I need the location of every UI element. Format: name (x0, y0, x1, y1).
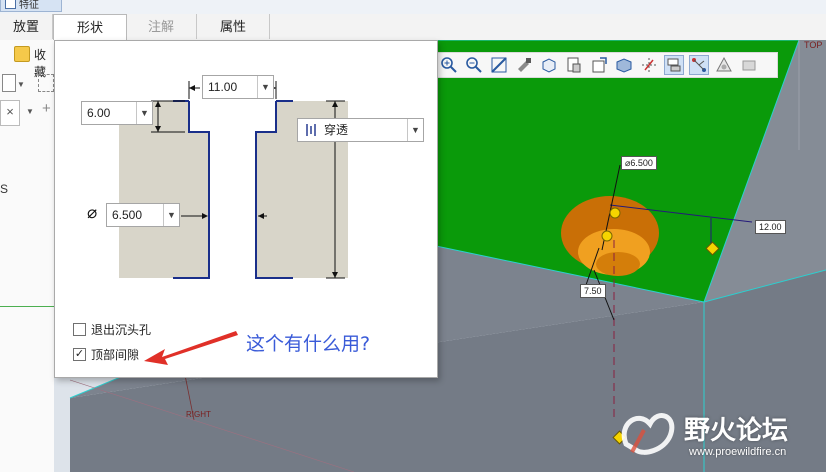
feature-title-button[interactable]: 特征 (0, 0, 62, 12)
chevron-down-icon[interactable]: ▼ (163, 204, 179, 226)
annotation-text: 这个有什么用? (246, 333, 371, 355)
model-tree-panel: 收藏 ▼ × ▼ + S (0, 40, 55, 472)
annotation-arrow (144, 331, 238, 365)
render-icon[interactable] (739, 55, 759, 75)
annotation-display-icon[interactable] (664, 55, 684, 75)
favorites-icon (14, 46, 30, 62)
tab-properties[interactable]: 属性 (197, 14, 270, 39)
view-manager-icon[interactable] (589, 55, 609, 75)
depth-option-value: 穿透 (324, 123, 349, 137)
watermark-logo-icon (621, 413, 675, 455)
search-dropdown-icon[interactable]: ▼ (26, 107, 34, 116)
exit-countersink-checkbox[interactable] (73, 323, 86, 336)
diameter-dimension-label[interactable]: ⌀6.500 (621, 156, 657, 170)
add-icon[interactable]: + (42, 100, 51, 117)
refit-icon[interactable] (489, 55, 509, 75)
diameter-symbol: ⌀ (87, 203, 98, 222)
graphics-toolbar (436, 52, 778, 78)
feature-icon (5, 0, 16, 9)
top-plane-label: TOP (804, 40, 823, 50)
right-plane-label: RIGHT (186, 410, 211, 419)
shape-panel: 11.00 ▼ 6.00 ▼ ⌀ 6.500 ▼ 穿透 ▼ 退出沉头孔 ✓ 顶部… (54, 40, 438, 378)
tree-item-fragment: S (0, 182, 9, 196)
countersink-width-value: 11.00 (208, 80, 238, 94)
chevron-down-icon[interactable]: ▼ (257, 76, 273, 98)
tab-placement[interactable]: 放置 (0, 14, 53, 39)
display-style-icon[interactable] (539, 55, 559, 75)
tree-dropdown-icon[interactable]: ▼ (17, 80, 25, 89)
tab-shape[interactable]: 形状 (53, 14, 127, 41)
tree-icon[interactable] (2, 74, 16, 92)
diameter-field[interactable]: 6.500 ▼ (106, 203, 180, 227)
diameter-value: 6.500 (112, 208, 143, 222)
spin-center-icon[interactable] (689, 55, 709, 75)
repaint-icon[interactable] (514, 55, 534, 75)
counterbore-depth-field[interactable]: 6.00 ▼ (81, 101, 153, 125)
saved-view-icon[interactable] (564, 55, 584, 75)
datum-display-icon[interactable] (639, 55, 659, 75)
offset-dimension-label[interactable]: 12.00 (755, 220, 786, 234)
chevron-down-icon[interactable]: ▼ (407, 119, 423, 141)
appearance-icon[interactable] (714, 55, 734, 75)
depth-option-select[interactable]: 穿透 ▼ (297, 118, 424, 142)
watermark-url: www.proewildfire.cn (689, 446, 787, 458)
clear-search-icon[interactable]: × (0, 100, 20, 126)
title-strip (0, 0, 826, 15)
top-clearance-label: 顶部间隙 (91, 348, 140, 362)
top-clearance-checkbox[interactable]: ✓ (73, 348, 86, 361)
chevron-down-icon[interactable]: ▼ (136, 102, 152, 124)
watermark-brand: 野火论坛 (684, 416, 789, 446)
countersink-width-field[interactable]: 11.00 ▼ (202, 75, 274, 99)
zoom-in-icon[interactable] (439, 55, 459, 75)
perspective-icon[interactable] (614, 55, 634, 75)
filter-icon[interactable] (38, 74, 54, 92)
through-all-icon (305, 122, 317, 136)
tab-annotation[interactable]: 注解 (126, 14, 197, 39)
depth-dimension-label[interactable]: 7.50 (580, 284, 606, 298)
zoom-out-icon[interactable] (464, 55, 484, 75)
counterbore-depth-value: 6.00 (87, 106, 111, 120)
window-title: 特征 (19, 0, 39, 11)
highlight-line (0, 306, 54, 307)
